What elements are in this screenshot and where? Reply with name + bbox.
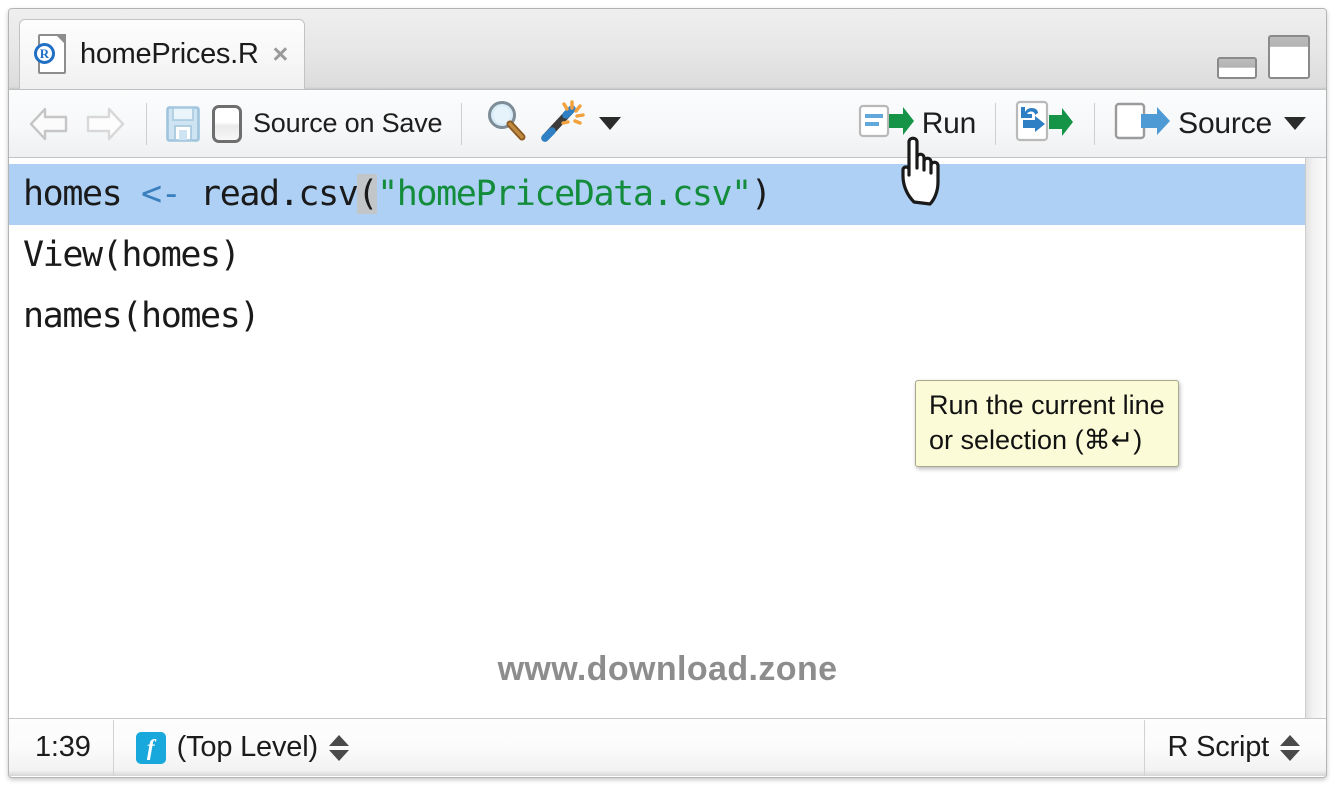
code-token: ) (750, 174, 772, 214)
minimize-pane-icon[interactable] (1217, 57, 1257, 79)
editor-tab-strip: R homePrices.R × (9, 9, 1326, 90)
rerun-button[interactable] (1009, 96, 1081, 151)
code-line-1[interactable]: homes <- read.csv("homePriceData.csv") (9, 164, 1306, 225)
code-token: homes (23, 174, 142, 214)
scope-selector[interactable]: f (Top Level) (114, 731, 371, 764)
search-icon (485, 99, 527, 148)
code-tools-button[interactable] (533, 95, 627, 152)
forward-button[interactable] (77, 102, 133, 146)
source-on-save-checkbox[interactable] (212, 104, 242, 143)
run-icon (858, 100, 916, 147)
code-token: names(homes) (23, 296, 260, 336)
scope-label: (Top Level) (176, 731, 318, 763)
cursor-position: 1:39 (13, 731, 113, 764)
chevron-down-icon[interactable] (1284, 117, 1306, 130)
code-editor[interactable]: homes <- read.csv("homePriceData.csv") Vi… (9, 158, 1326, 718)
file-type-stepper-icon[interactable] (1280, 734, 1300, 761)
magic-wand-icon (539, 98, 587, 149)
save-button[interactable] (160, 103, 206, 145)
scope-stepper-icon[interactable] (328, 734, 349, 761)
run-tooltip-line-2: or selection (⌘↵) (929, 424, 1143, 455)
toolbar-separator-3 (995, 102, 997, 145)
code-token: View(homes) (23, 235, 241, 275)
source-button[interactable]: Source (1108, 97, 1278, 150)
editor-tab-label: homePrices.R (80, 38, 259, 70)
rerun-icon (1015, 99, 1075, 148)
run-button[interactable]: Run (852, 97, 982, 150)
code-token: <- (141, 174, 201, 214)
forward-arrow-icon (83, 105, 127, 143)
close-icon[interactable]: × (273, 41, 289, 68)
chevron-down-icon[interactable] (599, 117, 622, 130)
code-token: ( (357, 174, 378, 214)
maximize-pane-icon[interactable] (1268, 35, 1310, 79)
editor-toolbar: Source on Save Run Source (9, 90, 1326, 158)
toolbar-separator-2 (461, 102, 463, 145)
code-token: read.csv (200, 174, 359, 214)
r-script-file-icon: R (34, 33, 68, 76)
vertical-scrollbar[interactable] (1305, 158, 1326, 718)
code-line-2[interactable]: View(homes) (9, 225, 1306, 286)
run-label: Run (921, 106, 977, 140)
back-button[interactable] (15, 102, 77, 146)
file-type-label: R Script (1167, 731, 1269, 763)
toolbar-separator-4 (1094, 102, 1096, 145)
function-icon: f (135, 731, 166, 764)
run-tooltip-line-1: Run the current line (929, 390, 1165, 420)
source-on-save-toggle[interactable]: Source on Save (206, 102, 448, 146)
source-icon (1114, 100, 1172, 147)
back-arrow-icon (27, 105, 71, 143)
file-type-selector[interactable]: R Script (1145, 731, 1322, 764)
source-dropdown-button[interactable] (1278, 114, 1320, 133)
editor-tab-homeprices[interactable]: R homePrices.R × (19, 19, 306, 89)
source-on-save-label: Source on Save (253, 108, 443, 138)
pane-window-controls (1217, 35, 1310, 79)
source-label: Source (1178, 106, 1272, 140)
find-replace-button[interactable] (475, 96, 533, 151)
toolbar-separator-1 (146, 102, 147, 145)
editor-status-bar: 1:39 f (Top Level) R Script (9, 718, 1326, 776)
code-line-3[interactable]: names(homes) (9, 286, 1306, 347)
cursor-position-label: 1:39 (35, 731, 91, 763)
code-token: "homePriceData.csv" (377, 174, 752, 214)
run-tooltip: Run the current line or selection (⌘↵) (915, 380, 1179, 468)
save-icon (166, 105, 200, 142)
rstudio-source-pane: R homePrices.R × Source on Save Run Sour… (8, 8, 1327, 778)
